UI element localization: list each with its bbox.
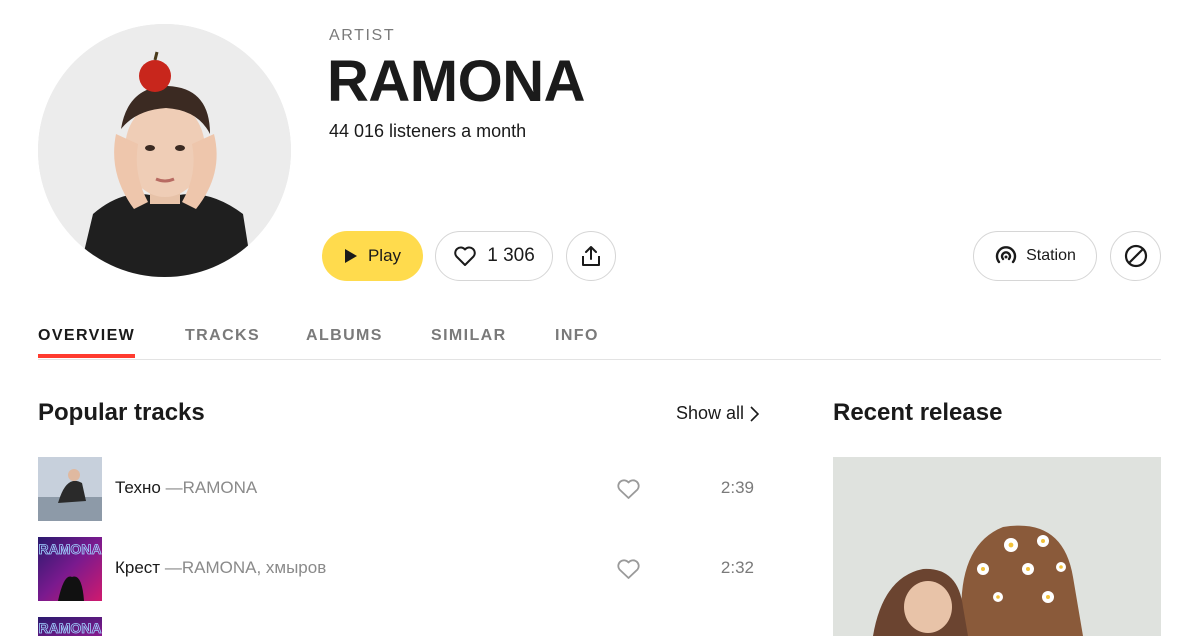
cover-text: RAMONA [39,541,102,557]
cover-text: RAMONA [39,620,102,636]
track-info: Техно —RAMONA [115,478,257,498]
track-cover[interactable]: RAMONA [38,617,102,636]
active-tab-indicator [38,354,135,358]
heart-icon [454,246,476,266]
likes-count: 1 306 [487,245,535,266]
show-all-label: Show all [676,403,745,423]
station-button[interactable]: Station [973,231,1097,281]
track-artists[interactable]: RAMONA [183,478,258,497]
block-icon [1124,244,1147,268]
track-title[interactable]: Крест [115,558,160,577]
station-button-label: Station [1026,247,1076,264]
play-button-label: Play [367,246,402,265]
track-title[interactable]: Техно [115,478,161,497]
track-row[interactable]: Техно —RAMONA 2:39 [38,457,758,521]
block-artist-button[interactable] [1110,231,1161,281]
like-track-heart-icon[interactable] [616,478,641,500]
page-type-label: ARTIST [329,27,396,44]
share-icon [582,246,600,266]
track-separator: — [165,478,183,497]
artist-name: RAMONA [327,49,585,114]
tab-info[interactable]: INFO [555,327,599,345]
chevron-right-icon [750,405,760,422]
share-button[interactable] [566,231,616,281]
popular-tracks-title: Popular tracks [38,399,205,426]
show-all-link[interactable]: Show all [676,403,760,424]
tab-overview[interactable]: OVERVIEW [38,327,135,345]
recent-release-cover[interactable] [833,457,1161,636]
track-artists[interactable]: RAMONA, хмыров [182,558,326,577]
track-cover[interactable] [38,457,102,521]
track-duration: 2:39 [720,478,754,497]
track-duration: 2:32 [720,558,754,577]
like-track-heart-icon[interactable] [616,558,641,580]
tab-similar[interactable]: SIMILAR [431,327,507,345]
track-info: Крест —RAMONA, хмыров [115,558,326,578]
artist-tabs: OVERVIEW TRACKS ALBUMS SIMILAR INFO [38,327,1161,360]
track-row[interactable]: RAMONA Крест —RAMONA, хмыров 2:32 [38,537,758,601]
tab-tracks[interactable]: TRACKS [185,327,260,345]
track-row[interactable]: RAMONA [38,617,758,636]
artist-avatar [38,24,291,277]
track-separator: — [164,558,182,577]
tab-albums[interactable]: ALBUMS [306,327,383,345]
track-cover[interactable]: RAMONA [38,537,102,601]
monthly-listeners: 44 016 listeners a month [329,121,527,141]
like-artist-button[interactable]: 1 306 [435,231,553,281]
station-icon [995,246,1017,264]
play-icon [344,249,357,263]
recent-release-title: Recent release [833,399,1003,426]
play-button[interactable]: Play [322,231,423,281]
